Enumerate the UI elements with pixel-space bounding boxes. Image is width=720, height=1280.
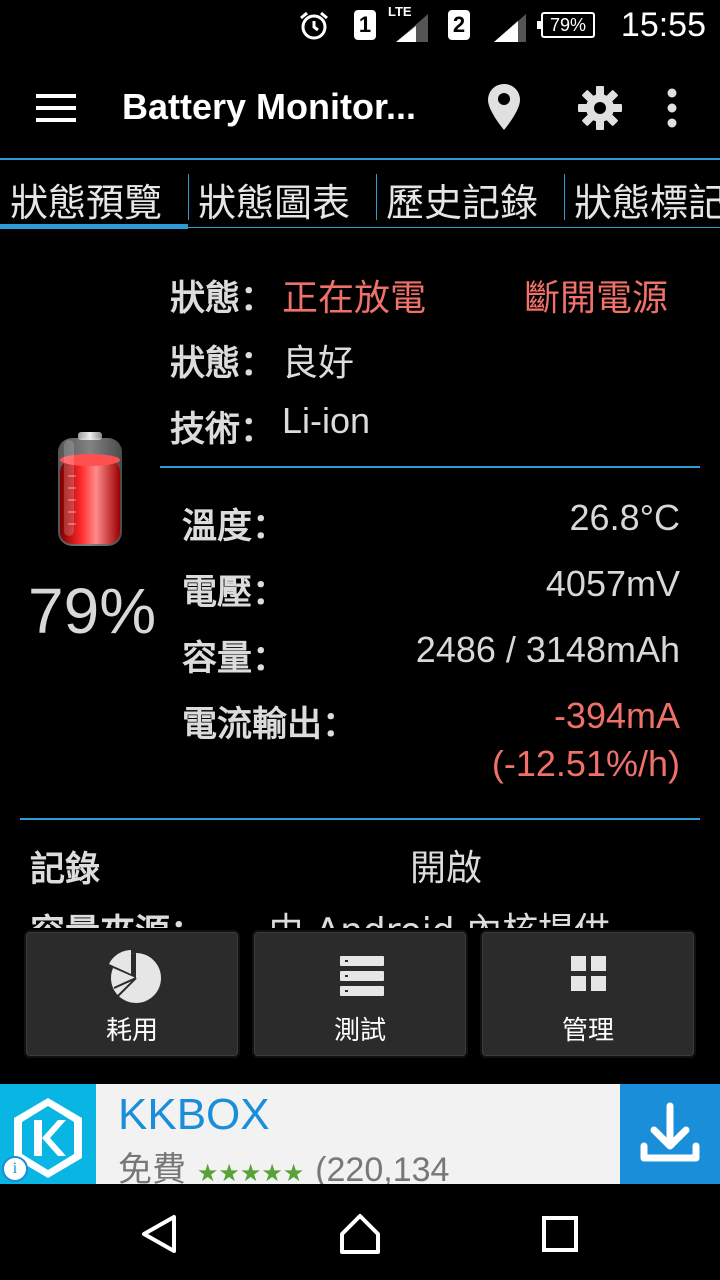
health-value: 良好 [282,343,355,384]
location-icon[interactable] [488,84,520,134]
signal-icon [394,12,430,46]
current-rate: (-12.51%/h) [491,743,680,784]
signal-icon [492,12,528,46]
voltage-label: 電壓： [182,573,288,613]
capacity-value: 2486 / 3148mAh [415,629,680,670]
info-icon[interactable]: i [2,1156,28,1182]
capacity-source-label: 容量來源： [30,904,205,928]
test-button-label: 測試 [333,1016,386,1046]
sim1-badge: 1 [354,10,376,40]
tab-separator [188,174,189,220]
capacity-source-value: 由 Android 內核提供 [268,902,610,928]
recents-icon[interactable] [542,1216,578,1256]
status-bar: 1 LTE 2 79% 15:55 [0,0,720,52]
usage-button-label: 耗用 [105,1016,158,1046]
record-source-row: 容量來源： 由 Android 內核提供 [0,896,720,928]
divider [160,466,700,468]
tabs-bottom-border [188,227,720,228]
tabs-top-border [0,158,720,160]
tab-separator [564,174,565,220]
app-title: Battery Monitor... [122,86,417,127]
usage-button[interactable]: 耗用 [24,930,240,1058]
status-label: 狀態： [170,279,276,319]
tab-bar: 狀態預覽 狀態圖表 歷史記錄 狀態標記 [0,162,720,230]
battery-icon: 79% [537,12,595,38]
capacity-label: 容量： [182,639,288,679]
technology-value: Li-ion [282,400,371,441]
voltage-value: 4057mV [545,563,680,604]
home-icon[interactable] [338,1212,382,1260]
status-discharging: 正在放電 [282,278,427,319]
temperature-value: 26.8°C [569,497,680,538]
tab-history[interactable]: 歷史記錄 [386,172,538,227]
overflow-icon[interactable] [666,88,678,132]
tab-marks[interactable]: 狀態標記 [574,172,720,227]
menu-icon[interactable] [36,94,76,122]
pie-chart-icon [104,948,164,1008]
battery-illustration-icon [52,430,128,554]
ad-subtitle: 免費 ★★★★★ (220,134 [118,1142,449,1184]
power-disconnected: 斷開電源 [524,278,669,319]
tab-active-indicator [0,224,188,229]
download-icon[interactable] [620,1084,720,1184]
record-label: 記錄 [30,850,101,890]
ad-free-label: 免費 [118,1150,186,1184]
app-bar: Battery Monitor... [0,52,720,160]
ad-banner[interactable]: i KKBOX 免費 ★★★★★ (220,134 [0,1084,720,1184]
tab-charts[interactable]: 狀態圖表 [198,172,350,227]
manage-button[interactable]: 管理 [480,930,696,1058]
tab-overview[interactable]: 狀態預覽 [10,172,162,227]
ad-title: KKBOX [118,1090,270,1139]
current-value: -394mA [553,695,680,736]
temperature-label: 溫度： [182,507,288,547]
navigation-bar [0,1184,720,1280]
ad-reviews: (220,134 [315,1151,450,1184]
sim2-badge: 2 [448,10,470,40]
battery-percent: 79% [28,575,157,647]
divider [20,818,700,820]
list-icon [340,956,384,1000]
back-icon[interactable] [140,1214,180,1258]
health-label: 狀態： [170,344,276,384]
clock: 15:55 [620,6,706,44]
current-label: 電流輸出： [182,705,358,745]
rating-stars: ★★★★★ [196,1159,305,1184]
test-button[interactable]: 測試 [252,930,468,1058]
record-value: 開啟 [410,848,483,889]
settings-icon[interactable] [578,86,622,134]
technology-label: 技術： [170,410,276,450]
manage-button-label: 管理 [561,1016,614,1046]
tab-separator [376,174,377,220]
grid-icon [571,956,607,996]
alarm-icon [298,10,330,46]
